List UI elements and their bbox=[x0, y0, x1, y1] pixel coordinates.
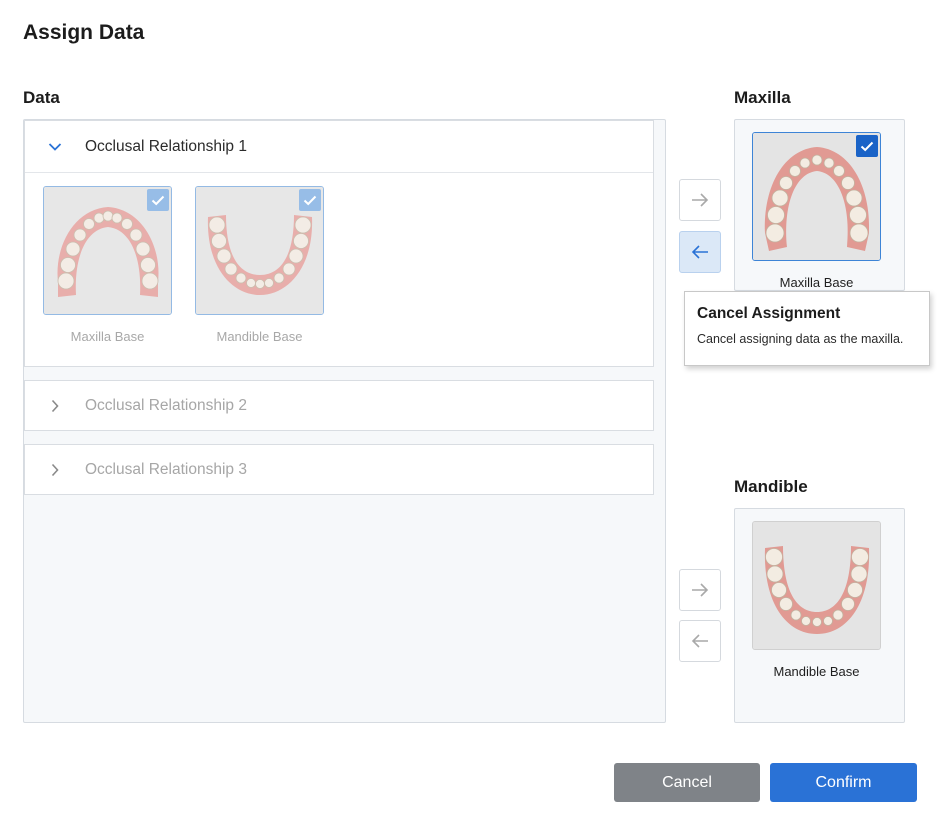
thumbnail-label: Mandible Base bbox=[773, 664, 860, 679]
checkbox-checked[interactable] bbox=[147, 189, 169, 211]
cancel-mandible-assignment-button[interactable] bbox=[679, 620, 721, 662]
thumbnail-maxilla-assigned[interactable] bbox=[752, 132, 881, 261]
arrow-left-icon bbox=[691, 245, 708, 259]
chevron-right-icon bbox=[25, 399, 85, 413]
cancel-button[interactable]: Cancel bbox=[614, 763, 760, 802]
thumbnail-label: Maxilla Base bbox=[779, 275, 854, 290]
group-occlusal-relationship-2[interactable]: Occlusal Relationship 2 bbox=[24, 380, 654, 431]
checkmark-icon bbox=[860, 141, 874, 151]
thumbnail-label: Maxilla Base bbox=[70, 329, 145, 344]
assign-to-mandible-button[interactable] bbox=[679, 569, 721, 611]
mandible-panel: Mandible Base bbox=[734, 508, 905, 723]
group-header[interactable]: Occlusal Relationship 2 bbox=[25, 381, 653, 430]
thumbnail-mandible-assigned[interactable] bbox=[752, 521, 881, 650]
arrow-right-icon bbox=[692, 583, 709, 597]
group-occlusal-relationship-3[interactable]: Occlusal Relationship 3 bbox=[24, 444, 654, 495]
dialog-title: Assign Data bbox=[23, 21, 145, 44]
tooltip: Cancel Assignment Cancel assigning data … bbox=[684, 291, 930, 366]
chevron-right-icon bbox=[25, 463, 85, 477]
group-header[interactable]: Occlusal Relationship 3 bbox=[25, 445, 653, 494]
group-label: Occlusal Relationship 2 bbox=[85, 396, 247, 414]
assign-to-maxilla-button[interactable] bbox=[679, 179, 721, 221]
checkmark-icon bbox=[303, 195, 317, 205]
mandible-section-label: Mandible bbox=[734, 477, 808, 496]
checkbox-checked[interactable] bbox=[856, 135, 878, 157]
thumbnail-label: Mandible Base bbox=[216, 329, 303, 344]
cancel-maxilla-assignment-button[interactable] bbox=[679, 231, 721, 273]
arrow-right-icon bbox=[692, 193, 709, 207]
thumbnail-maxilla-base[interactable] bbox=[43, 186, 172, 315]
confirm-button[interactable]: Confirm bbox=[770, 763, 917, 802]
mandible-scan-image bbox=[753, 522, 880, 649]
group-header[interactable]: Occlusal Relationship 1 bbox=[25, 121, 653, 173]
checkmark-icon bbox=[151, 195, 165, 205]
tooltip-title: Cancel Assignment bbox=[697, 305, 841, 322]
arrow-left-icon bbox=[691, 634, 708, 648]
tooltip-body: Cancel assigning data as the maxilla. bbox=[697, 332, 904, 346]
thumbnail-mandible-base[interactable] bbox=[195, 186, 324, 315]
maxilla-panel: Maxilla Base bbox=[734, 119, 905, 291]
checkbox-checked[interactable] bbox=[299, 189, 321, 211]
group-occlusal-relationship-1: Occlusal Relationship 1 Maxilla Base Man… bbox=[24, 120, 654, 367]
group-label: Occlusal Relationship 1 bbox=[85, 137, 247, 155]
data-panel: Occlusal Relationship 1 Maxilla Base Man… bbox=[23, 119, 666, 723]
group-label: Occlusal Relationship 3 bbox=[85, 460, 247, 478]
data-section-label: Data bbox=[23, 88, 60, 107]
chevron-down-icon bbox=[25, 142, 85, 152]
maxilla-section-label: Maxilla bbox=[734, 88, 791, 107]
